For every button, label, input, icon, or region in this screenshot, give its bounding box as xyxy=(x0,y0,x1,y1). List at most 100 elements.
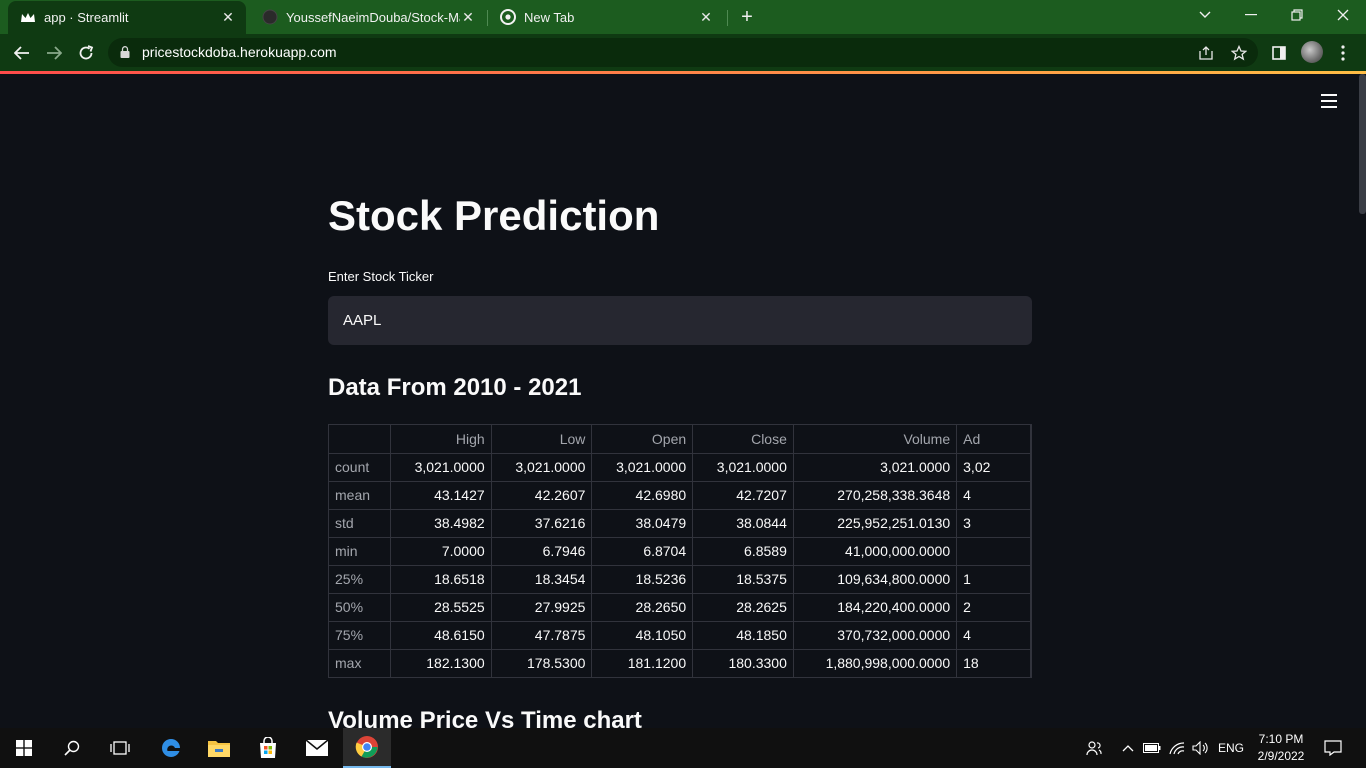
table-header-row: High Low Open Close Volume Ad xyxy=(329,425,1031,454)
back-arrow-icon[interactable] xyxy=(9,40,35,66)
hamburger-menu-icon[interactable] xyxy=(1321,94,1337,108)
table-cell: 178.5300 xyxy=(491,649,593,677)
clock-time: 7:10 PM xyxy=(1258,732,1304,746)
table-cell: 3 xyxy=(956,509,1031,538)
volume-icon[interactable] xyxy=(1190,728,1212,768)
mail-icon[interactable] xyxy=(293,728,341,768)
close-tab-icon[interactable]: ✕ xyxy=(698,9,714,25)
close-tab-icon[interactable]: ✕ xyxy=(460,9,476,25)
table-cell: 38.0479 xyxy=(591,509,694,538)
search-icon[interactable] xyxy=(48,728,96,768)
tab-search-chevron-icon[interactable] xyxy=(1182,0,1228,30)
streamlit-crown-icon xyxy=(20,10,36,26)
column-header[interactable]: Open xyxy=(591,425,694,454)
row-label: 50% xyxy=(329,593,391,622)
browser-toolbar: pricestockdoba.herokuapp.com xyxy=(0,34,1366,71)
table-cell: 48.6150 xyxy=(390,621,492,650)
table-cell: 2 xyxy=(956,593,1031,622)
reload-icon[interactable] xyxy=(73,40,99,66)
table-cell xyxy=(956,537,1031,566)
column-header[interactable]: Low xyxy=(491,425,593,454)
column-header[interactable]: Ad xyxy=(956,425,1031,454)
more-menu-icon[interactable] xyxy=(1331,41,1355,65)
wifi-icon[interactable] xyxy=(1166,728,1188,768)
table-cell: 18.6518 xyxy=(390,565,492,594)
column-header[interactable]: High xyxy=(390,425,492,454)
table-corner-cell xyxy=(329,425,391,454)
people-icon[interactable] xyxy=(1082,728,1106,768)
close-window-icon[interactable] xyxy=(1320,0,1366,30)
table-cell: 18 xyxy=(956,649,1031,677)
table-cell: 3,021.0000 xyxy=(491,453,593,482)
tab-new-tab[interactable]: New Tab ✕ xyxy=(488,0,724,34)
minimize-icon[interactable] xyxy=(1228,0,1274,30)
battery-icon[interactable] xyxy=(1142,728,1162,768)
table-cell: 6.8704 xyxy=(591,537,694,566)
clock-date: 2/9/2022 xyxy=(1257,749,1305,763)
table-cell: 3,021.0000 xyxy=(591,453,694,482)
address-bar[interactable]: pricestockdoba.herokuapp.com xyxy=(108,38,1258,67)
side-panel-icon[interactable] xyxy=(1267,41,1291,65)
table-cell: 27.9925 xyxy=(491,593,593,622)
table-cell: 18.3454 xyxy=(491,565,593,594)
table-row: std 38.4982 37.6216 38.0479 38.0844 225,… xyxy=(329,509,1031,538)
table-cell: 38.4982 xyxy=(390,509,492,538)
action-center-icon[interactable] xyxy=(1320,728,1346,768)
column-header[interactable]: Close xyxy=(692,425,794,454)
table-cell: 370,732,000.0000 xyxy=(793,621,958,650)
row-label: mean xyxy=(329,481,391,510)
language-indicator[interactable]: ENG xyxy=(1214,728,1248,768)
table-row: 75% 48.6150 47.7875 48.1050 48.1850 370,… xyxy=(329,621,1031,650)
new-tab-plus-icon[interactable]: + xyxy=(736,6,758,28)
page-scrollbar[interactable] xyxy=(1359,74,1366,214)
row-label: count xyxy=(329,453,391,482)
system-clock[interactable]: 7:10 PM 2/9/2022 xyxy=(1252,731,1310,765)
describe-table[interactable]: High Low Open Close Volume Ad count 3,02… xyxy=(328,424,1032,678)
table-cell: 28.2650 xyxy=(591,593,694,622)
forward-arrow-icon[interactable] xyxy=(41,40,67,66)
table-row: max 182.1300 178.5300 181.1200 180.3300 … xyxy=(329,649,1031,677)
microsoft-store-icon[interactable] xyxy=(244,728,292,768)
row-label: std xyxy=(329,509,391,538)
table-row: count 3,021.0000 3,021.0000 3,021.0000 3… xyxy=(329,453,1031,482)
table-cell: 225,952,251.0130 xyxy=(793,509,958,538)
close-tab-icon[interactable]: ✕ xyxy=(220,9,236,26)
table-cell: 42.6980 xyxy=(591,481,694,510)
edge-browser-icon[interactable] xyxy=(147,728,195,768)
chrome-icon xyxy=(500,9,516,25)
chrome-taskbar-icon[interactable] xyxy=(343,728,391,768)
tab-title: YoussefNaeimDouba/Stock-Mark xyxy=(286,9,460,25)
table-cell: 28.5525 xyxy=(390,593,492,622)
table-cell: 182.1300 xyxy=(390,649,492,677)
tab-streamlit-app[interactable]: app · Streamlit ✕ xyxy=(8,1,246,34)
table-row: mean 43.1427 42.2607 42.6980 42.7207 270… xyxy=(329,481,1031,510)
streamlit-app-page: Stock Prediction Enter Stock Ticker Data… xyxy=(0,74,1366,728)
table-cell: 47.7875 xyxy=(491,621,593,650)
table-cell: 18.5375 xyxy=(692,565,794,594)
lock-icon xyxy=(120,46,130,58)
tab-separator xyxy=(727,10,728,26)
table-cell: 48.1850 xyxy=(692,621,794,650)
tab-github-repo[interactable]: YoussefNaeimDouba/Stock-Mark ✕ xyxy=(250,0,486,34)
show-hidden-icons-chevron-icon[interactable] xyxy=(1118,728,1138,768)
column-header[interactable]: Volume xyxy=(793,425,958,454)
restore-icon[interactable] xyxy=(1274,0,1320,30)
tab-title: app · Streamlit xyxy=(44,10,129,25)
row-label: max xyxy=(329,649,391,677)
share-icon[interactable] xyxy=(1195,42,1217,64)
tab-title: New Tab xyxy=(524,9,575,25)
file-explorer-icon[interactable] xyxy=(195,728,243,768)
table-cell: 41,000,000.0000 xyxy=(793,537,958,566)
ticker-input-label: Enter Stock Ticker xyxy=(328,269,434,284)
table-cell: 180.3300 xyxy=(692,649,794,677)
task-view-icon[interactable] xyxy=(96,728,144,768)
table-cell: 1,880,998,000.0000 xyxy=(793,649,958,677)
profile-avatar[interactable] xyxy=(1301,41,1323,63)
ticker-input[interactable] xyxy=(328,296,1032,345)
bookmark-star-icon[interactable] xyxy=(1228,42,1250,64)
windows-start-icon[interactable] xyxy=(0,728,48,768)
section-heading-chart: Volume Price Vs Time chart xyxy=(328,707,642,728)
row-label: min xyxy=(329,537,391,566)
table-cell: 7.0000 xyxy=(390,537,492,566)
table-cell: 270,258,338.3648 xyxy=(793,481,958,510)
